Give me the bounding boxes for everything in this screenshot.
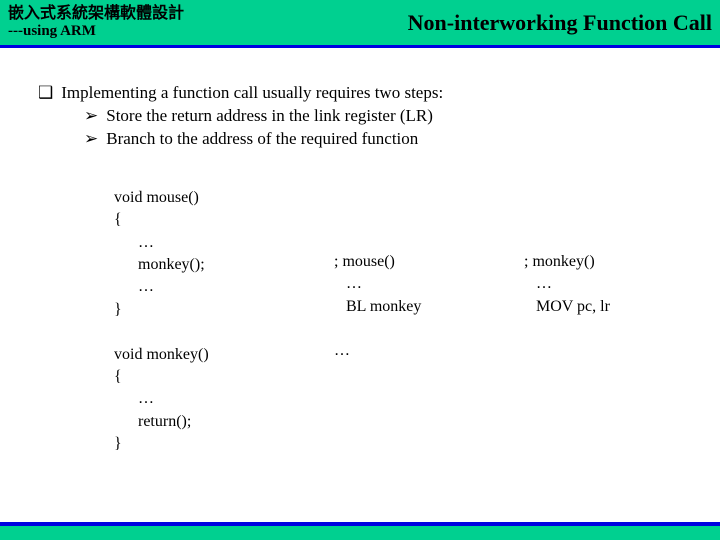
c-source-code: void mouse() { … monkey(); … } void monk… bbox=[114, 187, 334, 456]
bullet-level2: ➢ Branch to the address of the required … bbox=[84, 128, 696, 151]
slide-footer bbox=[0, 522, 720, 540]
header-left: 嵌入式系統架構軟體設計 ---using ARM bbox=[8, 5, 184, 39]
header-title-cn: 嵌入式系統架構軟體設計 bbox=[8, 5, 184, 23]
asm-mouse-code: ; mouse() … BL monkey … bbox=[334, 251, 524, 363]
slide-header: 嵌入式系統架構軟體設計 ---using ARM Non-interworkin… bbox=[0, 0, 720, 48]
asm-monkey-column: ; monkey() … MOV pc, lr bbox=[524, 187, 694, 456]
bullet-text-2: Store the return address in the link reg… bbox=[106, 105, 433, 128]
c-code-column: void mouse() { … monkey(); … } void monk… bbox=[114, 187, 334, 456]
bullet-level2: ➢ Store the return address in the link r… bbox=[84, 105, 696, 128]
code-columns: void mouse() { … monkey(); … } void monk… bbox=[24, 187, 696, 456]
bullet-list: ❑ Implementing a function call usually r… bbox=[24, 82, 696, 151]
bullet-text-1: Implementing a function call usually req… bbox=[61, 82, 443, 105]
header-subtitle: ---using ARM bbox=[8, 23, 184, 40]
arrow-bullet-icon: ➢ bbox=[84, 105, 98, 128]
header-title-right: Non-interworking Function Call bbox=[408, 10, 712, 36]
asm-mouse-column: ; mouse() … BL monkey … bbox=[334, 187, 524, 456]
bullet-text-3: Branch to the address of the required fu… bbox=[106, 128, 418, 151]
bullet-level1: ❑ Implementing a function call usually r… bbox=[38, 82, 696, 105]
square-bullet-icon: ❑ bbox=[38, 82, 53, 105]
slide-content: ❑ Implementing a function call usually r… bbox=[0, 48, 720, 456]
arrow-bullet-icon: ➢ bbox=[84, 128, 98, 151]
asm-monkey-code: ; monkey() … MOV pc, lr bbox=[524, 251, 694, 318]
